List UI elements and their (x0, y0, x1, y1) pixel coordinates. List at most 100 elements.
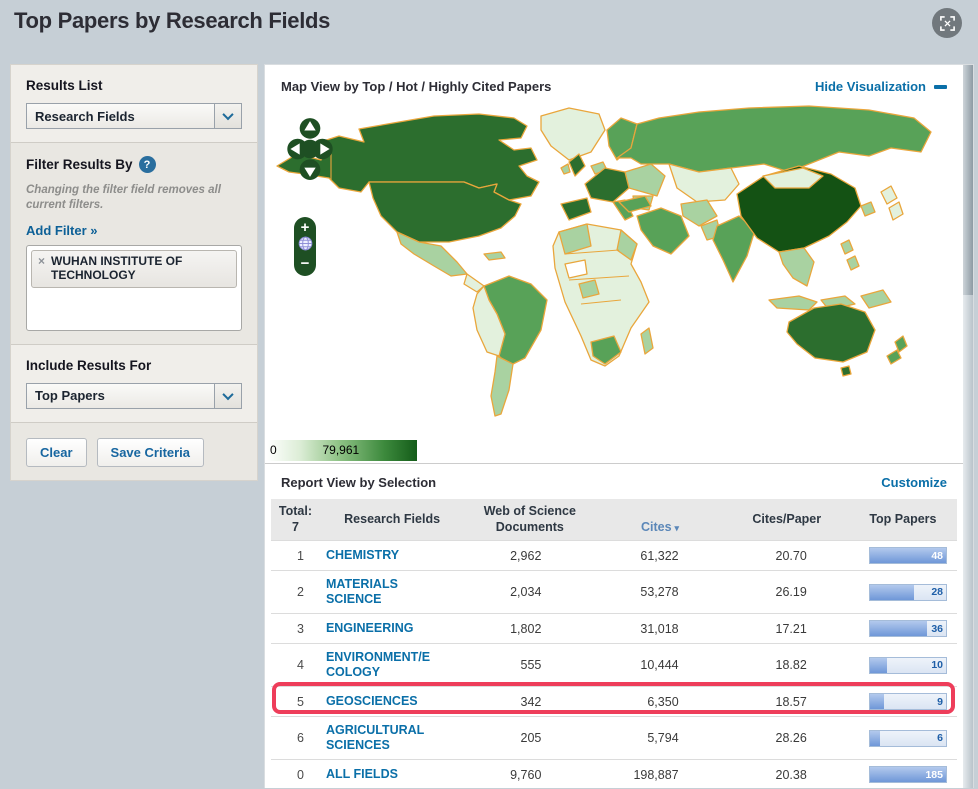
row-rank: 1 (271, 540, 320, 571)
field-link[interactable]: ALL FIELDS (326, 767, 398, 781)
results-list-section: Results List Research Fields (11, 65, 257, 142)
cites-value: 10,444 (595, 643, 725, 687)
table-row: 6 AGRICULTURAL SCIENCES 205 5,794 28.26 … (271, 716, 957, 760)
col-cites: Cites ▾ (595, 499, 725, 541)
cites-value: 31,018 (595, 613, 725, 644)
pan-control[interactable] (287, 116, 333, 182)
legend-max: 79,961 (322, 443, 360, 457)
cites-per-paper-value: 20.70 (724, 540, 849, 571)
row-rank: 5 (271, 686, 320, 717)
scrollbar-thumb[interactable] (963, 65, 973, 295)
field-link[interactable]: ENGINEERING (326, 621, 414, 635)
top-papers-bar: 48 (869, 547, 947, 565)
filter-chip[interactable]: × WUHAN INSTITUTE OF TECHNOLOGY (31, 249, 237, 288)
world-map[interactable]: + − (269, 104, 959, 432)
page: Top Papers by Research Fields Results Li… (0, 0, 978, 789)
cites-value: 5,794 (595, 716, 725, 760)
top-papers-bar-fill (870, 730, 880, 746)
sidebar: Results List Research Fields Filter Resu… (10, 64, 258, 481)
table-row: 1 CHEMISTRY 2,962 61,322 20.70 48 (271, 540, 957, 571)
cites-per-paper-value: 18.57 (724, 686, 849, 717)
zoom-control: + − (294, 217, 316, 276)
include-results-heading: Include Results For (26, 357, 152, 373)
criteria-buttons-section: Clear Save Criteria (11, 421, 257, 480)
filter-section: Filter Results By ? Changing the filter … (11, 142, 257, 344)
results-list-heading: Results List (26, 78, 103, 93)
top-papers-value: 10 (931, 659, 943, 672)
top-papers-bar: 6 (869, 729, 947, 747)
table-row: 5 GEOSCIENCES 342 6,350 18.57 9 (271, 686, 957, 717)
zoom-in-button[interactable]: + (301, 220, 310, 235)
top-papers-bar-fill (870, 621, 927, 637)
top-papers-bar-fill (870, 584, 915, 600)
top-papers-bar: 9 (869, 693, 947, 711)
customize-link[interactable]: Customize (881, 475, 947, 490)
top-papers-bar: 185 (869, 766, 947, 784)
cites-per-paper-value: 17.21 (724, 613, 849, 644)
wos-documents-value: 555 (464, 643, 596, 687)
top-papers-bar-fill (870, 657, 887, 673)
top-papers-value: 6 (937, 732, 943, 745)
content: Results List Research Fields Filter Resu… (10, 64, 974, 789)
clear-button[interactable]: Clear (26, 437, 87, 467)
include-results-select[interactable]: Top Papers (26, 382, 242, 409)
zoom-out-button[interactable]: − (301, 256, 310, 271)
top-papers-value: 36 (931, 622, 943, 635)
filter-chip-label: WUHAN INSTITUTE OF TECHNOLOGY (51, 253, 183, 283)
legend-min: 0 (270, 443, 277, 457)
table-row: 0 ALL FIELDS 9,760 198,887 20.38 185 (271, 759, 957, 788)
report-table: Total: 7 Research Fields Web of Science … (271, 499, 957, 788)
hide-visualization-link[interactable]: Hide Visualization (815, 79, 947, 94)
cites-value: 53,278 (595, 570, 725, 614)
report-header: Report View by Selection Customize (265, 463, 963, 499)
field-link[interactable]: MATERIALS SCIENCE (326, 577, 398, 606)
wos-documents-value: 2,034 (464, 570, 596, 614)
wos-documents-value: 205 (464, 716, 596, 760)
cites-per-paper-value: 26.19 (724, 570, 849, 614)
top-papers-value: 28 (931, 586, 943, 599)
wos-documents-value: 342 (464, 686, 596, 717)
include-results-value: Top Papers (35, 388, 105, 404)
top-papers-bar: 10 (869, 656, 947, 674)
row-rank: 2 (271, 570, 320, 614)
chevron-down-icon (214, 383, 241, 408)
table-row: 4 ENVIRONMENT/E COLOGY 555 10,444 18.82 … (271, 643, 957, 687)
cites-per-paper-value: 20.38 (724, 759, 849, 788)
remove-filter-icon[interactable]: × (38, 254, 45, 268)
report-view-title: Report View by Selection (281, 475, 437, 490)
field-link[interactable]: CHEMISTRY (326, 548, 399, 562)
results-list-select[interactable]: Research Fields (26, 103, 242, 129)
filter-heading: Filter Results By (26, 157, 133, 172)
field-link[interactable]: ENVIRONMENT/E COLOGY (326, 650, 430, 679)
sort-down-icon: ▾ (674, 522, 680, 533)
cites-value: 61,322 (595, 540, 725, 571)
row-rank: 4 (271, 643, 320, 687)
wos-documents-value: 1,802 (464, 613, 596, 644)
filter-note: Changing the filter field removes all cu… (26, 184, 221, 211)
field-link[interactable]: AGRICULTURAL SCIENCES (326, 723, 424, 752)
cites-per-paper-value: 28.26 (724, 716, 849, 760)
save-criteria-button[interactable]: Save Criteria (96, 437, 205, 467)
wos-documents-value: 9,760 (464, 759, 596, 788)
help-icon[interactable]: ? (138, 156, 156, 173)
cites-per-paper-value: 18.82 (724, 643, 849, 687)
col-wos-documents: Web of Science Documents (464, 499, 596, 541)
map-controls: + − (287, 116, 333, 276)
top-papers-value: 185 (925, 768, 943, 781)
table-header-row: Total: 7 Research Fields Web of Science … (271, 499, 957, 541)
map-header: Map View by Top / Hot / Highly Cited Pap… (265, 65, 963, 104)
globe-icon[interactable] (298, 236, 313, 256)
add-filter-link[interactable]: Add Filter » (26, 223, 98, 238)
scrollbar[interactable] (963, 65, 973, 788)
map-view-title: Map View by Top / Hot / Highly Cited Pap… (281, 79, 552, 94)
page-title: Top Papers by Research Fields (14, 8, 331, 33)
filter-list: × WUHAN INSTITUTE OF TECHNOLOGY (26, 244, 242, 331)
minus-icon (934, 84, 947, 89)
sort-cites-button[interactable]: Cites ▾ (641, 520, 679, 534)
field-link[interactable]: GEOSCIENCES (326, 694, 418, 708)
top-papers-bar-fill (870, 694, 885, 710)
expand-icon[interactable] (932, 8, 962, 38)
col-total: Total: 7 (271, 499, 320, 541)
row-rank: 6 (271, 716, 320, 760)
page-header: Top Papers by Research Fields (0, 0, 978, 60)
